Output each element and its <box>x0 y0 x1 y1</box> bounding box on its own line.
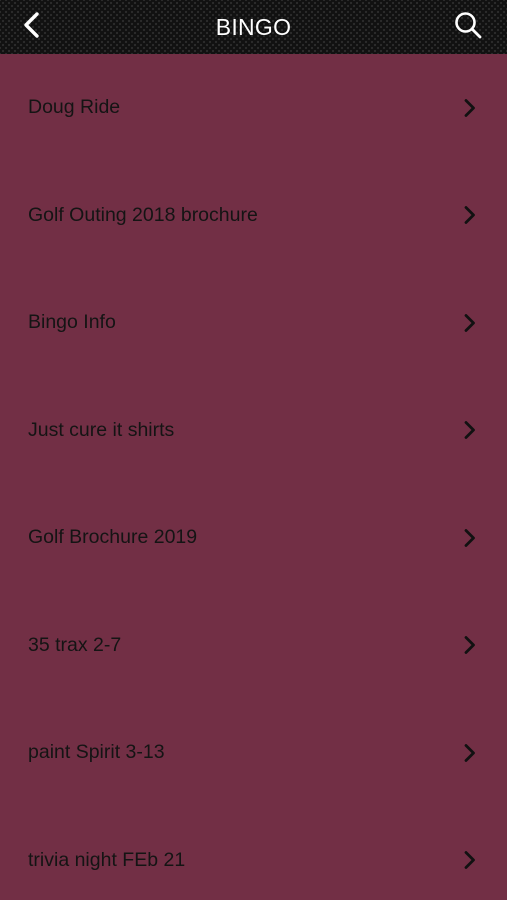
list-item-label: Golf Outing 2018 brochure <box>28 203 258 226</box>
list-item[interactable]: trivia night FEb 21 <box>0 807 507 900</box>
chevron-right-icon <box>463 205 477 225</box>
chevron-right-icon <box>463 528 477 548</box>
search-icon <box>453 10 483 45</box>
app-header: BINGO <box>0 0 507 54</box>
chevron-right-icon <box>463 743 477 763</box>
item-list: Doug Ride Golf Outing 2018 brochure Bing… <box>0 54 507 900</box>
list-item-label: Doug Ride <box>28 96 121 119</box>
list-item-label: Just cure it shirts <box>28 418 175 441</box>
list-item[interactable]: 35 trax 2-7 <box>0 592 507 700</box>
list-item[interactable]: Doug Ride <box>0 54 507 162</box>
list-item[interactable]: Bingo Info <box>0 269 507 377</box>
list-item-label: Golf Brochure 2019 <box>28 526 198 549</box>
page-title: BINGO <box>215 14 292 40</box>
list-item[interactable]: paint Spirit 3-13 <box>0 699 507 807</box>
chevron-right-icon <box>463 98 477 118</box>
search-button[interactable] <box>447 11 483 43</box>
list-item-label: paint Spirit 3-13 <box>28 741 165 764</box>
list-item[interactable]: Golf Brochure 2019 <box>0 484 507 592</box>
chevron-right-icon <box>463 635 477 655</box>
chevron-right-icon <box>463 420 477 440</box>
chevron-right-icon <box>463 313 477 333</box>
list-item[interactable]: Golf Outing 2018 brochure <box>0 162 507 270</box>
chevron-right-icon <box>463 850 477 870</box>
list-item-label: Bingo Info <box>28 311 116 334</box>
list-item-label: 35 trax 2-7 <box>28 633 122 656</box>
list-item[interactable]: Just cure it shirts <box>0 377 507 485</box>
list-item-label: trivia night FEb 21 <box>28 848 186 871</box>
